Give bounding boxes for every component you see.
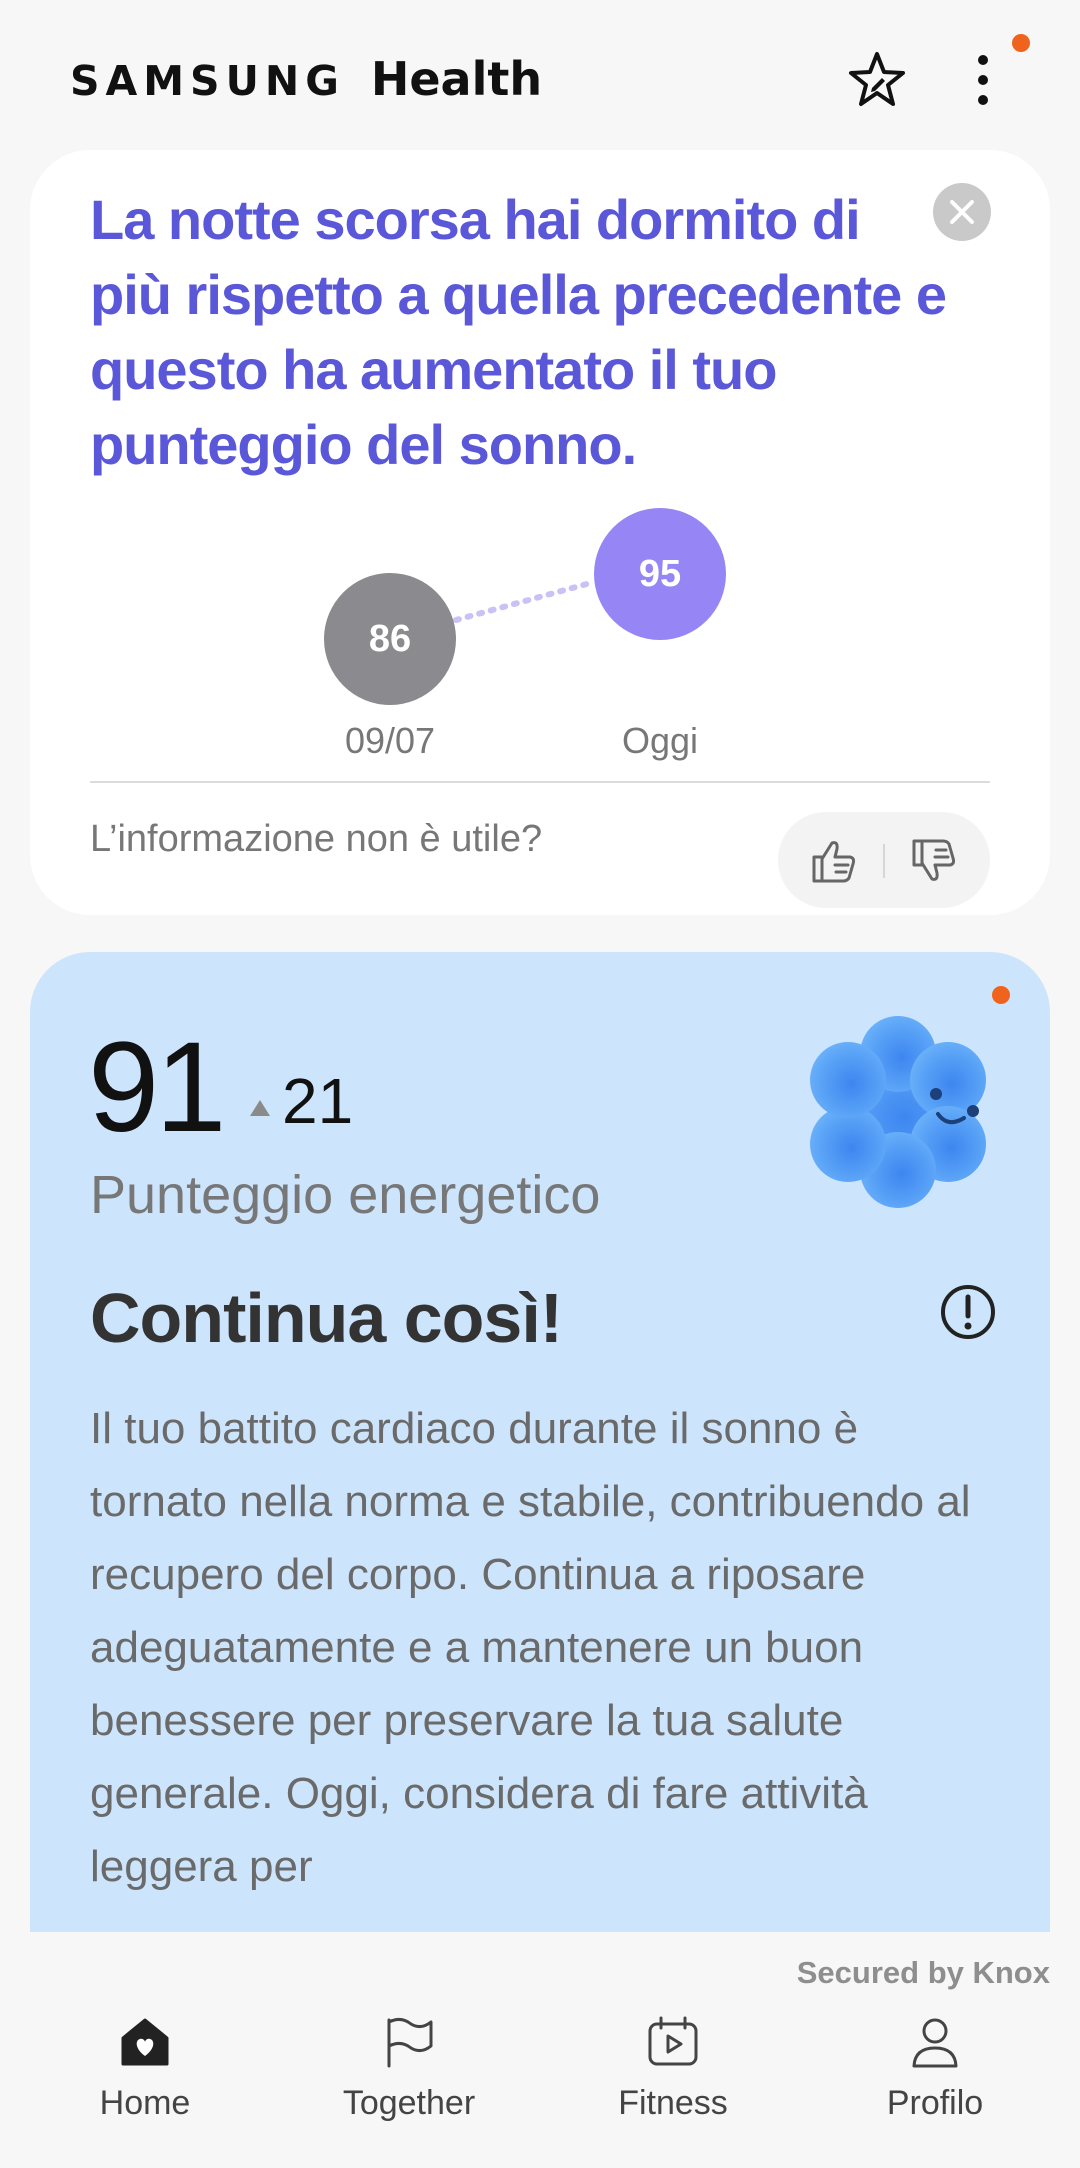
knox-label: Secured by Knox [796,1955,1050,1990]
more-vertical-icon [978,55,988,105]
energy-score-card[interactable]: 91 21 Punteggio energetico Continua così… [30,952,1050,1932]
nav-home[interactable]: Home [10,2000,280,2168]
bottom-navigation: Home Together Fitness Profilo [0,2000,1080,2168]
sleep-insight-card: La notte scorsa hai dormito di più rispe… [30,150,1050,915]
today-score-bubble: 95 [594,508,726,640]
sleep-score-connector [453,579,597,623]
brand-health: Health [370,52,543,106]
notification-dot [992,986,1010,1004]
flag-icon [379,2012,439,2072]
nav-label: Together [342,2084,476,2122]
app-header: SAMSUNG Health [0,0,1080,150]
nav-together[interactable]: Together [274,2000,544,2168]
nav-label: Profilo [886,2084,984,2122]
divider [90,781,990,783]
previous-score-bubble: 86 [324,573,456,705]
energy-score-delta: 21 [282,1065,354,1137]
thumb-up-icon[interactable] [808,835,860,892]
previous-date-label: 09/07 [344,720,436,761]
feedback-separator [883,844,885,878]
app-logo: SAMSUNG Health [70,52,542,106]
notification-dot [1012,34,1030,52]
star-edit-icon[interactable] [845,48,909,112]
today-date-label: Oggi [621,720,699,761]
more-options-button[interactable] [960,48,1006,112]
energy-score-label: Punteggio energetico [90,1165,601,1225]
energy-heading: Continua così! [90,1279,563,1357]
energy-score-value: 91 [88,1016,226,1159]
person-icon [905,2012,965,2072]
thumb-down-icon[interactable] [908,835,960,892]
nav-label: Home [99,2084,191,2122]
nav-profile[interactable]: Profilo [800,2000,1070,2168]
delta-up-icon [250,1100,270,1116]
nav-fitness[interactable]: Fitness [538,2000,808,2168]
home-heart-icon [115,2012,175,2072]
feedback-buttons [778,812,990,908]
brand-samsung: SAMSUNG [70,57,345,105]
fitness-calendar-play-icon [643,2012,703,2072]
info-icon[interactable] [938,1282,998,1342]
nav-label: Fitness [618,2084,728,2122]
feedback-question: L’informazione non è utile? [90,818,543,860]
energy-body-text: Il tuo battito cardiaco durante il sonno… [90,1404,971,1891]
blue-flower-mascot-icon [798,1012,998,1212]
